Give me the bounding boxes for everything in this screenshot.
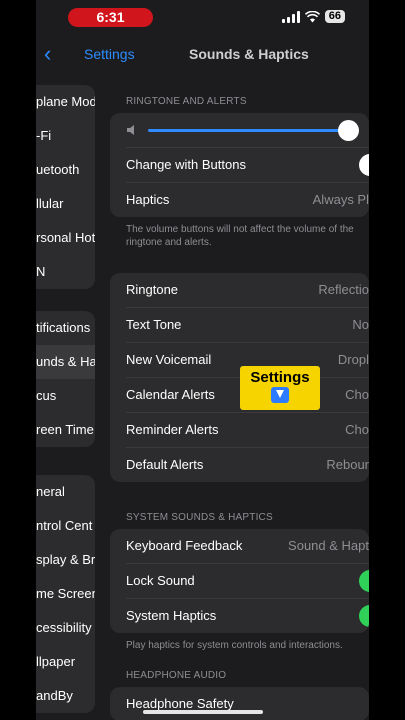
headphone-audio-group: Headphone Safety [110, 687, 369, 720]
back-button[interactable]: Settings [84, 46, 135, 62]
haptics-row[interactable]: Haptics Always Pl [126, 183, 369, 217]
status-bar: 6:31 66 [36, 0, 369, 36]
section-header-headphone-audio: HEADPHONE AUDIO [126, 670, 227, 681]
volume-slider-track[interactable] [148, 129, 358, 132]
text-tone-label: Text Tone [126, 317, 182, 332]
volume-footnote-line1: The volume buttons will not affect the v… [126, 224, 354, 235]
lock-sound-label: Lock Sound [126, 573, 195, 588]
ringtone-label: Ringtone [126, 282, 179, 297]
reminder-alerts-value: Cho [345, 422, 369, 437]
ringtone-value: Reflectio [318, 282, 369, 297]
cellular-signal-icon [281, 10, 300, 23]
section-header-ringtone-alerts: RINGTONE AND ALERTS [126, 96, 247, 107]
headphone-safety-label: Headphone Safety [126, 696, 234, 711]
default-alerts-row[interactable]: Default Alerts Rebour [126, 448, 369, 482]
volume-slider-row [126, 113, 369, 148]
sidebar-item-wifi[interactable]: -Fi [36, 119, 95, 153]
back-chevron-icon[interactable]: ‹ [44, 42, 51, 66]
system-sounds-group: Keyboard Feedback Sound & Hapt Lock Soun… [110, 529, 369, 633]
page-title: Sounds & Haptics [189, 46, 309, 62]
default-alerts-label: Default Alerts [126, 457, 204, 472]
battery-indicator: 66 [324, 10, 345, 23]
keyboard-feedback-row[interactable]: Keyboard Feedback Sound & Hapt [126, 529, 369, 564]
sidebar-item-notifications[interactable]: tifications [36, 311, 95, 345]
headphone-safety-row[interactable]: Headphone Safety [126, 687, 369, 720]
sidebar-item-general[interactable]: neral [36, 475, 95, 509]
calendar-alerts-label: Calendar Alerts [126, 387, 215, 402]
settings-sidebar: plane Mode -Fi uetooth llular rsonal Hot… [36, 85, 95, 720]
new-voicemail-value: Dropl [337, 352, 369, 367]
sidebar-group-connectivity: plane Mode -Fi uetooth llular rsonal Hot… [36, 85, 95, 289]
volume-footnote-line2: ringtone and alerts. [126, 237, 212, 248]
system-haptics-footnote: Play haptics for system controls and int… [126, 640, 343, 651]
keyboard-feedback-value: Sound & Hapt [288, 538, 369, 553]
sidebar-item-airplane-mode[interactable]: plane Mode [36, 85, 95, 119]
overlay-text: Settings [250, 369, 310, 386]
text-tone-row[interactable]: Text Tone No [126, 308, 369, 343]
keyboard-feedback-label: Keyboard Feedback [126, 538, 243, 553]
sidebar-item-display-brightness[interactable]: splay & Bri [36, 543, 95, 577]
ringtone-row[interactable]: Ringtone Reflectio [126, 273, 369, 308]
sidebar-group-general: neral ntrol Cent splay & Bri me Screen c… [36, 475, 95, 713]
ringtone-alerts-group: Change with Buttons Haptics Always Pl [110, 113, 369, 217]
section-header-system-sounds: SYSTEM SOUNDS & HAPTICS [126, 512, 273, 523]
sidebar-item-vpn[interactable]: N [36, 255, 95, 289]
sidebar-group-notifications: tifications unds & Ha cus reen Time [36, 311, 95, 447]
system-haptics-row[interactable]: System Haptics [126, 599, 369, 633]
lock-sound-toggle[interactable] [359, 570, 369, 592]
status-time[interactable]: 6:31 [68, 8, 153, 27]
default-alerts-value: Rebour [326, 457, 369, 472]
change-with-buttons-row[interactable]: Change with Buttons [126, 148, 369, 183]
volume-footnote: The volume buttons will not affect the v… [126, 223, 369, 249]
haptics-label: Haptics [126, 192, 170, 207]
system-haptics-toggle[interactable] [359, 605, 369, 627]
sidebar-item-focus[interactable]: cus [36, 379, 95, 413]
reminder-alerts-label: Reminder Alerts [126, 422, 219, 437]
sidebar-item-bluetooth[interactable]: uetooth [36, 153, 95, 187]
volume-slider-knob[interactable] [337, 120, 359, 141]
system-haptics-label: System Haptics [126, 608, 217, 623]
change-with-buttons-toggle[interactable] [359, 154, 369, 176]
sidebar-item-cellular[interactable]: llular [36, 187, 95, 221]
calendar-alerts-value: Cho [345, 387, 369, 402]
home-indicator[interactable] [143, 710, 263, 714]
settings-overlay-label: Settings [240, 366, 320, 410]
navigation-bar: ‹ Settings Sounds & Haptics [36, 36, 369, 72]
sidebar-item-standby[interactable]: andBy [36, 679, 95, 713]
sidebar-item-personal-hotspot[interactable]: rsonal Hot [36, 221, 95, 255]
speaker-icon [127, 125, 134, 135]
sidebar-item-control-center[interactable]: ntrol Cent [36, 509, 95, 543]
text-tone-value: No [352, 317, 369, 332]
reminder-alerts-row[interactable]: Reminder Alerts Cho [126, 413, 369, 448]
wifi-icon [304, 10, 320, 22]
change-with-buttons-label: Change with Buttons [126, 157, 246, 172]
haptics-value: Always Pl [312, 192, 369, 207]
sidebar-item-accessibility[interactable]: cessibility [36, 611, 95, 645]
screen: 6:31 66 ‹ Settings Sounds & Haptics plan… [36, 0, 369, 720]
new-voicemail-label: New Voicemail [126, 352, 212, 367]
sidebar-item-home-screen[interactable]: me Screen [36, 577, 95, 611]
down-arrow-icon [271, 387, 289, 403]
lock-sound-row[interactable]: Lock Sound [126, 564, 369, 599]
sidebar-item-sounds-haptics[interactable]: unds & Ha [36, 345, 95, 379]
sidebar-item-wallpaper[interactable]: llpaper [36, 645, 95, 679]
sidebar-item-screen-time[interactable]: reen Time [36, 413, 95, 447]
status-icons: 66 [281, 10, 345, 23]
